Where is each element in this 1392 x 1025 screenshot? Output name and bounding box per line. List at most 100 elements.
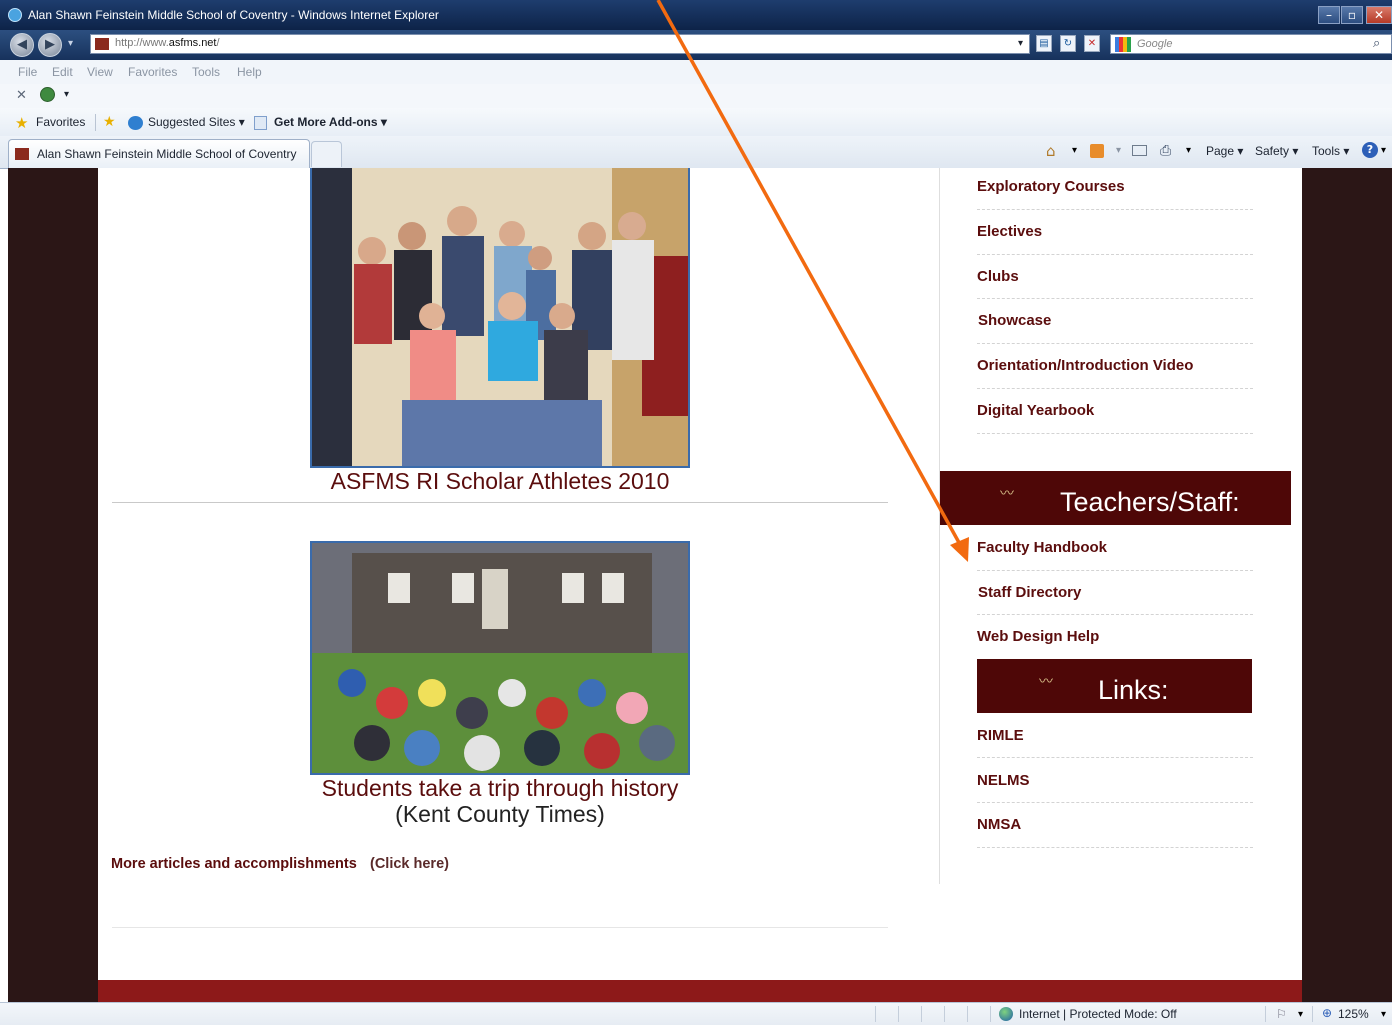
- back-button[interactable]: ◀: [10, 33, 34, 57]
- click-here-link[interactable]: (Click here): [370, 856, 449, 872]
- maximize-button[interactable]: ▫: [1341, 6, 1363, 24]
- sidebar-divider: [939, 168, 940, 884]
- sidebar-link-orientation-video[interactable]: Orientation/Introduction Video: [977, 357, 1193, 374]
- seagull-icon: 〰: [1039, 673, 1053, 689]
- search-icon[interactable]: ⌕: [1373, 36, 1380, 51]
- print-dropdown-icon[interactable]: ▾: [1186, 145, 1191, 156]
- window-title: Alan Shawn Feinstein Middle School of Co…: [28, 8, 439, 22]
- address-url[interactable]: http://www.asfms.net/: [115, 37, 220, 49]
- link-separator: [977, 209, 1253, 210]
- help-icon[interactable]: ?: [1362, 142, 1378, 158]
- new-tab-button[interactable]: [311, 141, 342, 167]
- addon-icon[interactable]: [40, 87, 55, 102]
- link-separator: [977, 343, 1253, 344]
- link-separator: [977, 570, 1253, 571]
- teachers-staff-header: 〰 Teachers/Staff:: [940, 471, 1291, 525]
- tab-title: Alan Shawn Feinstein Middle School of Co…: [37, 147, 297, 161]
- story2-source: (Kent County Times): [395, 801, 605, 827]
- sidebar-link-rimle[interactable]: RIMLE: [977, 727, 1024, 744]
- menu-bar: File Edit View Favorites Tools Help: [0, 60, 1392, 85]
- forward-button[interactable]: ▶: [38, 33, 62, 57]
- feeds-icon[interactable]: [1090, 144, 1104, 158]
- favorites-star-icon[interactable]: ★: [15, 114, 28, 132]
- sidebar-link-web-design-help[interactable]: Web Design Help: [977, 628, 1099, 645]
- title-bar: Alan Shawn Feinstein Middle School of Co…: [0, 0, 1392, 30]
- site-favicon-icon: [95, 38, 109, 50]
- seagull-icon: 〰: [1000, 485, 1014, 501]
- sidebar-link-nelms[interactable]: NELMS: [977, 772, 1030, 789]
- sidebar-link-staff-directory[interactable]: Staff Directory: [978, 584, 1081, 601]
- history-trip-image: [312, 543, 688, 773]
- teachers-staff-title: Teachers/Staff:: [1060, 487, 1240, 517]
- suggested-sites-icon: [128, 116, 143, 130]
- menu-file[interactable]: File: [18, 65, 37, 79]
- sidebar-link-electives[interactable]: Electives: [977, 223, 1042, 240]
- feeds-dropdown-icon[interactable]: ▾: [1116, 145, 1121, 156]
- scholar-athletes-photo: [310, 168, 690, 468]
- home-dropdown-icon[interactable]: ▾: [1072, 145, 1077, 156]
- sidebar-link-clubs[interactable]: Clubs: [977, 268, 1019, 285]
- status-bar: Internet | Protected Mode: Off ⚐ ▾ ⊕ 125…: [0, 1002, 1392, 1025]
- link-separator: [977, 254, 1253, 255]
- close-window-button[interactable]: ✕: [1366, 6, 1392, 24]
- minimize-button[interactable]: –: [1318, 6, 1340, 24]
- search-box[interactable]: Google ⌕: [1110, 34, 1392, 54]
- story1-caption[interactable]: ASFMS RI Scholar Athletes 2010: [310, 468, 690, 495]
- recent-pages-dropdown-icon[interactable]: ▾: [68, 38, 73, 49]
- page-viewport[interactable]: ASFMS RI Scholar Athletes 2010 Students …: [8, 168, 1392, 1002]
- story2-caption[interactable]: Students take a trip through history: [310, 775, 690, 802]
- compatibility-view-icon[interactable]: ▤: [1036, 35, 1052, 52]
- sidebar-link-faculty-handbook[interactable]: Faculty Handbook: [977, 539, 1107, 556]
- link-separator: [977, 802, 1253, 803]
- more-articles-link[interactable]: More articles and accomplishments: [111, 856, 357, 872]
- link-separator: [977, 433, 1253, 434]
- scholar-athletes-image: [312, 168, 688, 466]
- menu-edit[interactable]: Edit: [52, 65, 73, 79]
- history-trip-photo: [310, 541, 690, 775]
- mail-icon[interactable]: [1132, 145, 1147, 156]
- menu-favorites[interactable]: Favorites: [128, 65, 177, 79]
- stop-icon[interactable]: ✕: [1084, 35, 1100, 52]
- link-separator: [977, 757, 1253, 758]
- addon-dropdown-icon[interactable]: ▾: [64, 89, 69, 100]
- help-dropdown-icon[interactable]: ▾: [1381, 145, 1386, 156]
- zoom-dropdown-icon[interactable]: ▾: [1381, 1009, 1386, 1020]
- sidebar-link-nmsa[interactable]: NMSA: [977, 816, 1021, 833]
- safety-menu[interactable]: Safety ▾: [1255, 144, 1298, 158]
- favorites-bar: ★ Favorites ★ Suggested Sites ▾ Get More…: [0, 108, 1392, 137]
- tab-active[interactable]: Alan Shawn Feinstein Middle School of Co…: [8, 139, 310, 168]
- security-zone-text[interactable]: Internet | Protected Mode: Off: [1019, 1007, 1177, 1021]
- refresh-icon[interactable]: ↻: [1060, 35, 1076, 52]
- sidebar-link-showcase[interactable]: Showcase: [978, 312, 1051, 329]
- menu-view[interactable]: View: [87, 65, 113, 79]
- bottom-divider: [112, 927, 888, 928]
- sidebar-link-digital-yearbook[interactable]: Digital Yearbook: [977, 402, 1094, 419]
- get-more-addons-link[interactable]: Get More Add-ons ▾: [274, 115, 387, 129]
- links-header: 〰 Links:: [977, 659, 1252, 713]
- protected-mode-icon[interactable]: ⚐: [1276, 1007, 1287, 1021]
- zoom-level[interactable]: 125%: [1338, 1007, 1369, 1021]
- address-dropdown-icon[interactable]: ▾: [1018, 38, 1023, 49]
- print-icon[interactable]: ⎙: [1160, 143, 1171, 159]
- web-slice-icon: [254, 116, 267, 130]
- favorites-button[interactable]: Favorites: [36, 115, 85, 129]
- home-icon[interactable]: ⌂: [1046, 142, 1056, 160]
- add-to-favorites-icon[interactable]: ★: [103, 114, 116, 130]
- menu-help[interactable]: Help: [237, 65, 262, 79]
- tools-menu[interactable]: Tools ▾: [1312, 144, 1349, 158]
- story-divider: [112, 502, 888, 503]
- link-separator: [977, 847, 1253, 848]
- protected-mode-dropdown-icon[interactable]: ▾: [1298, 1009, 1303, 1020]
- sidebar-link-exploratory-courses[interactable]: Exploratory Courses: [977, 178, 1125, 195]
- google-logo-icon: [1115, 37, 1131, 52]
- suggested-sites-link[interactable]: Suggested Sites ▾: [148, 115, 245, 129]
- address-bar[interactable]: http://www.asfms.net/: [90, 34, 1030, 54]
- favorites-divider: [95, 114, 96, 131]
- internet-explorer-icon: [8, 8, 22, 22]
- page-footer-band: [98, 980, 1302, 1002]
- close-toolbar-icon[interactable]: ✕: [16, 88, 27, 103]
- page-menu[interactable]: Page ▾: [1206, 144, 1243, 158]
- menu-tools[interactable]: Tools: [192, 65, 220, 79]
- page-body: ASFMS RI Scholar Athletes 2010 Students …: [98, 168, 1302, 1002]
- zoom-icon[interactable]: ⊕: [1322, 1006, 1332, 1020]
